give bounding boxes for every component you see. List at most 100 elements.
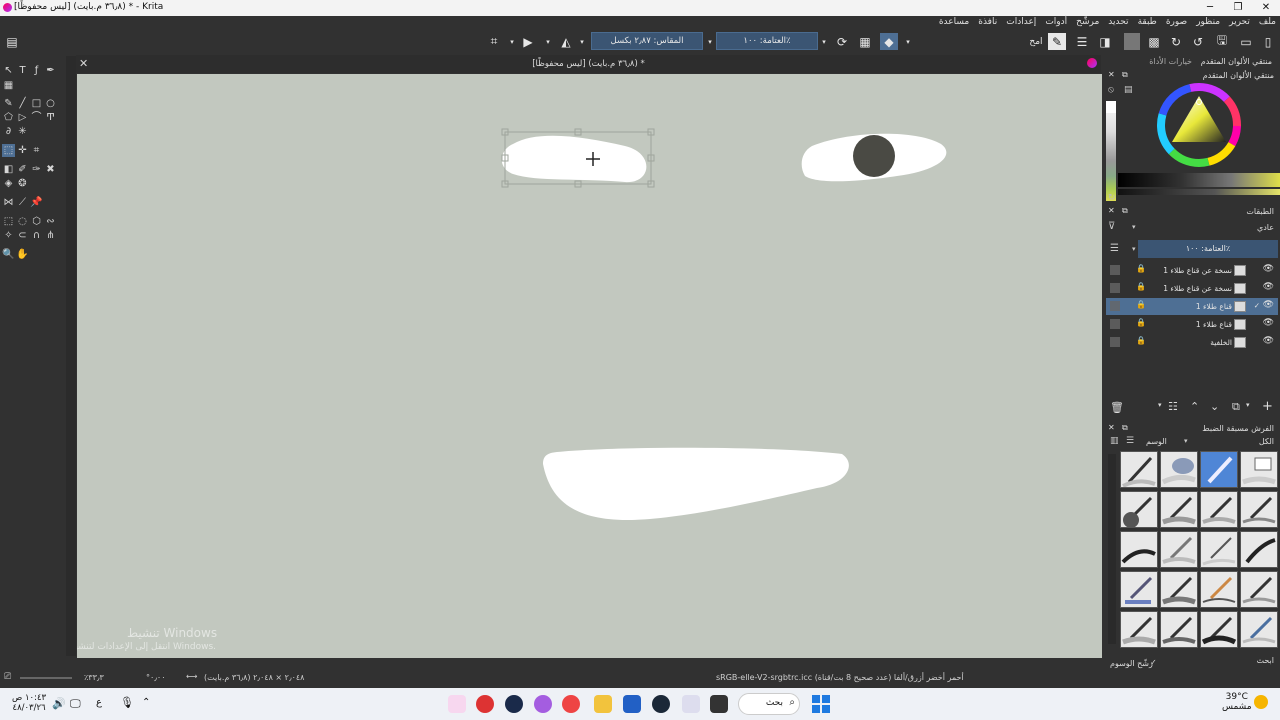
duplicate-layer-icon[interactable]: ⧉ (1232, 400, 1240, 414)
ellipse-tool-icon[interactable]: ○ (44, 97, 57, 110)
layer-lock-icon[interactable]: 🔒 (1136, 264, 1146, 273)
magic-wand-icon[interactable]: ✧ (2, 229, 15, 242)
open-icon[interactable]: ▭ (1238, 33, 1254, 50)
brush-preset[interactable] (1240, 571, 1278, 608)
alpha-lock-icon[interactable]: ▦ (857, 33, 873, 50)
layer-row[interactable]: 🔒 الخلفية 👁 (1106, 334, 1278, 351)
monitor-icon[interactable]: 🖵 (70, 697, 81, 711)
dynamic-brush-icon[interactable]: ∂ (2, 125, 15, 138)
brush-preset[interactable] (1120, 531, 1158, 568)
saturation-slider[interactable] (1118, 189, 1280, 195)
terminal-icon[interactable] (710, 695, 728, 713)
move-layer-up-icon[interactable]: ⌃ (1190, 400, 1199, 413)
snipping-tool-icon[interactable] (682, 695, 700, 713)
brush-preset[interactable] (1120, 491, 1158, 528)
drawing-canvas[interactable]: تنشيط Windows انتقل إلى الإعدادات لتنشيط… (77, 74, 1102, 658)
refresh-color-icon[interactable]: ↻ (1108, 193, 1116, 203)
layer-row[interactable]: 🔒 نسخة عن قناع طلاء 1 👁 (1106, 280, 1278, 297)
brush-preset[interactable] (1240, 491, 1278, 528)
chevron-down-icon[interactable]: ▾ (706, 33, 714, 50)
zoom-tool-icon[interactable]: 🔍 (2, 248, 15, 261)
play-icon[interactable]: ▶ (520, 33, 536, 50)
input-language[interactable]: ع (96, 697, 102, 708)
close-docker-icon[interactable]: ✕ (1108, 70, 1115, 79)
start-button[interactable] (812, 695, 830, 713)
multibrush-icon[interactable]: ✳ (16, 125, 29, 138)
edit-shapes-icon[interactable]: ƒ (30, 64, 43, 77)
toolbox-splitter[interactable] (66, 56, 76, 656)
move-tool-icon[interactable]: ✛ (16, 144, 29, 157)
chevron-down-icon[interactable]: ▾ (1132, 223, 1136, 231)
pattern-tool-icon[interactable]: ▦ (2, 79, 15, 92)
opacity-field[interactable]: العتامة: ١٠٠٪ (716, 32, 818, 50)
layer-opacity-field[interactable]: العتامة: ١٠٠٪ (1138, 240, 1278, 258)
layer-row-selected[interactable]: 🔒 قناع طلاء 1 ✓ 👁 (1106, 298, 1278, 315)
fill-tool-icon[interactable]: ◈ (2, 177, 15, 190)
float-layers-icon[interactable]: ⧉ (1122, 206, 1128, 216)
close-presets-icon[interactable]: ✕ (1108, 423, 1115, 432)
brush-preset[interactable] (1240, 531, 1278, 568)
chevron-down-icon[interactable]: ▾ (904, 33, 912, 50)
pattern-icon[interactable]: ▩ (1146, 33, 1162, 50)
store-taskbar-icon[interactable] (623, 695, 641, 713)
menu-view[interactable]: منظور (1196, 17, 1220, 27)
layer-row[interactable]: 🔒 قناع طلاء 1 👁 (1106, 316, 1278, 333)
rotation-readout[interactable]: °٠٫٠٠ (146, 673, 166, 682)
polyline-tool-icon[interactable]: ▷ (16, 111, 29, 124)
color-wheel[interactable] (1154, 80, 1244, 170)
color-history-strip[interactable] (1106, 101, 1116, 201)
menu-edit[interactable]: تحرير (1229, 17, 1250, 27)
menu-tools[interactable]: أدوات (1045, 17, 1067, 27)
brush-preset[interactable] (1120, 451, 1158, 488)
menu-image[interactable]: صورة (1166, 17, 1187, 27)
chevron-down-icon[interactable]: ▾ (820, 33, 828, 50)
steam-client-icon[interactable] (652, 695, 670, 713)
visibility-eye-icon[interactable]: 👁 (1263, 336, 1274, 346)
file-explorer-icon[interactable] (594, 695, 612, 713)
clock[interactable]: ١٠:٤٣ ص ٤٨/٠٣/٢٦ (12, 693, 46, 713)
text-tool-icon[interactable]: T (16, 64, 29, 77)
weather-widget[interactable]: 39°C مشمس (1222, 692, 1252, 712)
eraser-icon[interactable]: ◆ (880, 33, 898, 50)
close-layers-icon[interactable]: ✕ (1108, 206, 1115, 215)
menu-filter[interactable]: مرشّح (1076, 17, 1099, 27)
document-tab-title[interactable]: [ليس محفوظًا] (٣٦٫٨ م.بايت) * (76, 59, 1101, 69)
brush-size-field[interactable]: المقاس: ٢٫٨٧ بكسل (591, 32, 703, 50)
layer-lock-icon[interactable]: 🔒 (1136, 336, 1146, 345)
layer-lock-icon[interactable]: 🔒 (1136, 282, 1146, 291)
steam-taskbar-icon[interactable] (505, 695, 523, 713)
preset-menu-icon[interactable]: ☰ (1126, 436, 1134, 446)
reset-color-icon[interactable]: ⦸ (1108, 85, 1118, 95)
preset-view-icon[interactable]: ▥ (1110, 436, 1119, 446)
brush-preset[interactable] (1160, 611, 1198, 648)
magnetic-select-icon[interactable]: ∩ (30, 229, 43, 242)
gradient-tool-icon[interactable]: ◧ (2, 163, 15, 176)
layer-lock-icon[interactable]: 🔒 (1136, 300, 1146, 309)
float-presets-icon[interactable]: ⧉ (1122, 423, 1128, 433)
filter-icon[interactable]: ⊽ (1108, 221, 1115, 232)
enclose-fill-icon[interactable]: ❂ (16, 177, 29, 190)
presets-scrollbar[interactable] (1108, 454, 1116, 644)
brush-preset-selected[interactable] (1200, 451, 1238, 488)
color-picker-icon[interactable]: ✐ (16, 163, 29, 176)
chevron-down-icon[interactable]: ▾ (1132, 245, 1136, 253)
visibility-eye-icon[interactable]: 👁 (1263, 318, 1274, 328)
freehand-path-icon[interactable]: Ͳ (44, 111, 57, 124)
close-window-button[interactable]: ✕ (1252, 0, 1280, 16)
color-swap-icon[interactable]: ◨ (1096, 33, 1114, 50)
chevron-down-icon[interactable]: ▾ (544, 33, 552, 50)
show-hidden-icons-icon[interactable]: ⌃ (142, 697, 150, 708)
reload-icon[interactable]: ⟳ (834, 33, 850, 50)
measure-tool-icon[interactable]: ⟋ (16, 196, 29, 209)
polygon-select-icon[interactable]: ⬡ (30, 215, 43, 228)
blend-mode-select[interactable]: عادي (1257, 223, 1274, 232)
visibility-eye-icon[interactable]: 👁 (1263, 264, 1274, 274)
menu-help[interactable]: مساعدة (939, 17, 969, 27)
preset-filter-all[interactable]: الكل (1259, 437, 1274, 446)
crop-tool-icon[interactable]: ⌗ (30, 144, 43, 157)
menu-layer[interactable]: طبقة (1138, 17, 1157, 27)
line-tool-icon[interactable]: ╱ (16, 97, 29, 110)
background-color-swatch[interactable] (1124, 33, 1140, 50)
maximize-button[interactable]: ❐ (1224, 0, 1252, 16)
checkbox-checked-icon[interactable]: ✓ (1150, 658, 1157, 667)
